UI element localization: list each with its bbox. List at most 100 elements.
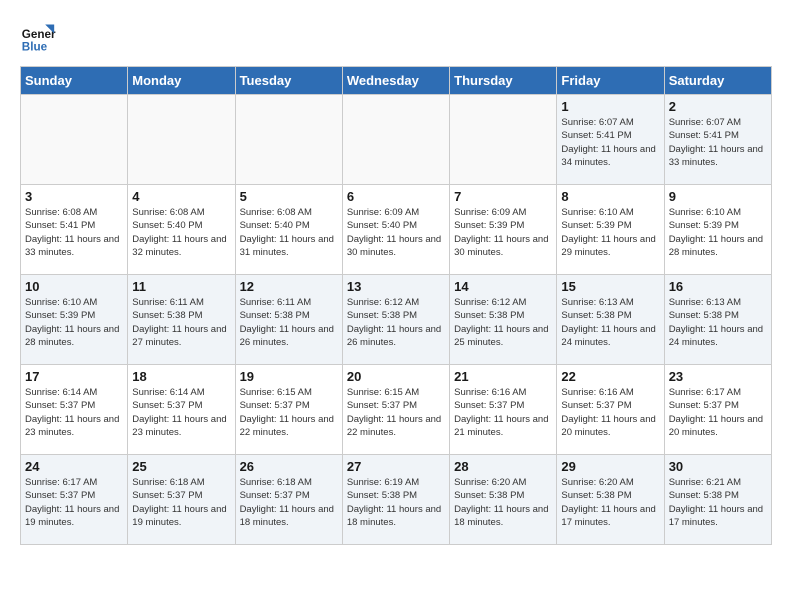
calendar-cell: 23 Sunrise: 6:17 AM Sunset: 5:37 PM Dayli… [664, 365, 771, 455]
day-header-sunday: Sunday [21, 67, 128, 95]
day-number: 16 [669, 279, 767, 294]
day-header-saturday: Saturday [664, 67, 771, 95]
day-info: Sunrise: 6:12 AM Sunset: 5:38 PM Dayligh… [347, 296, 445, 349]
day-info: Sunrise: 6:09 AM Sunset: 5:40 PM Dayligh… [347, 206, 445, 259]
calendar-cell: 8 Sunrise: 6:10 AM Sunset: 5:39 PM Daylig… [557, 185, 664, 275]
day-info: Sunrise: 6:07 AM Sunset: 5:41 PM Dayligh… [561, 116, 659, 169]
day-number: 15 [561, 279, 659, 294]
day-info: Sunrise: 6:15 AM Sunset: 5:37 PM Dayligh… [240, 386, 338, 439]
day-number: 23 [669, 369, 767, 384]
day-number: 28 [454, 459, 552, 474]
calendar-cell: 4Sunrise: 6:08 AM Sunset: 5:40 PM Daylig… [128, 185, 235, 275]
day-number: 1 [561, 99, 659, 114]
header: General Blue [20, 20, 772, 56]
day-info: Sunrise: 6:07 AM Sunset: 5:41 PM Dayligh… [669, 116, 767, 169]
calendar-cell: 10 Sunrise: 6:10 AM Sunset: 5:39 PM Dayli… [21, 275, 128, 365]
day-header-thursday: Thursday [450, 67, 557, 95]
day-info: Sunrise: 6:16 AM Sunset: 5:37 PM Dayligh… [561, 386, 659, 439]
day-info: Sunrise: 6:09 AM Sunset: 5:39 PM Dayligh… [454, 206, 552, 259]
day-info: Sunrise: 6:16 AM Sunset: 5:37 PM Dayligh… [454, 386, 552, 439]
calendar-cell: 14 Sunrise: 6:12 AM Sunset: 5:38 PM Dayli… [450, 275, 557, 365]
day-number: 7 [454, 189, 552, 204]
calendar-cell: 9 Sunrise: 6:10 AM Sunset: 5:39 PM Daylig… [664, 185, 771, 275]
day-number: 8 [561, 189, 659, 204]
calendar-cell: 30Sunrise: 6:21 AM Sunset: 5:38 PM Dayli… [664, 455, 771, 545]
calendar-cell: 26 Sunrise: 6:18 AM Sunset: 5:37 PM Dayli… [235, 455, 342, 545]
day-info: Sunrise: 6:21 AM Sunset: 5:38 PM Dayligh… [669, 476, 767, 529]
calendar-cell [342, 95, 449, 185]
day-header-monday: Monday [128, 67, 235, 95]
day-info: Sunrise: 6:17 AM Sunset: 5:37 PM Dayligh… [25, 476, 123, 529]
calendar-cell: 18Sunrise: 6:14 AM Sunset: 5:37 PM Dayli… [128, 365, 235, 455]
calendar-cell [235, 95, 342, 185]
day-number: 3 [25, 189, 123, 204]
calendar-cell: 3 Sunrise: 6:08 AM Sunset: 5:41 PM Daylig… [21, 185, 128, 275]
day-info: Sunrise: 6:11 AM Sunset: 5:38 PM Dayligh… [132, 296, 230, 349]
calendar-week-row: 24 Sunrise: 6:17 AM Sunset: 5:37 PM Dayli… [21, 455, 772, 545]
calendar-cell: 19 Sunrise: 6:15 AM Sunset: 5:37 PM Dayli… [235, 365, 342, 455]
day-number: 6 [347, 189, 445, 204]
calendar-cell: 21 Sunrise: 6:16 AM Sunset: 5:37 PM Dayli… [450, 365, 557, 455]
day-number: 29 [561, 459, 659, 474]
calendar-cell: 22Sunrise: 6:16 AM Sunset: 5:37 PM Dayli… [557, 365, 664, 455]
day-number: 10 [25, 279, 123, 294]
calendar-cell: 15 Sunrise: 6:13 AM Sunset: 5:38 PM Dayli… [557, 275, 664, 365]
day-header-friday: Friday [557, 67, 664, 95]
day-info: Sunrise: 6:10 AM Sunset: 5:39 PM Dayligh… [561, 206, 659, 259]
calendar-week-row: 10 Sunrise: 6:10 AM Sunset: 5:39 PM Dayli… [21, 275, 772, 365]
day-number: 2 [669, 99, 767, 114]
calendar-cell: 20 Sunrise: 6:15 AM Sunset: 5:37 PM Dayli… [342, 365, 449, 455]
day-number: 19 [240, 369, 338, 384]
day-info: Sunrise: 6:13 AM Sunset: 5:38 PM Dayligh… [561, 296, 659, 349]
day-info: Sunrise: 6:15 AM Sunset: 5:37 PM Dayligh… [347, 386, 445, 439]
calendar-cell [128, 95, 235, 185]
day-header-tuesday: Tuesday [235, 67, 342, 95]
calendar-cell [450, 95, 557, 185]
day-header-wednesday: Wednesday [342, 67, 449, 95]
calendar-cell: 7 Sunrise: 6:09 AM Sunset: 5:39 PM Daylig… [450, 185, 557, 275]
day-info: Sunrise: 6:18 AM Sunset: 5:37 PM Dayligh… [132, 476, 230, 529]
calendar-cell: 16 Sunrise: 6:13 AM Sunset: 5:38 PM Dayli… [664, 275, 771, 365]
day-number: 14 [454, 279, 552, 294]
day-info: Sunrise: 6:12 AM Sunset: 5:38 PM Dayligh… [454, 296, 552, 349]
day-number: 17 [25, 369, 123, 384]
logo-icon: General Blue [20, 20, 56, 56]
calendar: SundayMondayTuesdayWednesdayThursdayFrid… [20, 66, 772, 545]
day-info: Sunrise: 6:14 AM Sunset: 5:37 PM Dayligh… [132, 386, 230, 439]
calendar-cell: 24 Sunrise: 6:17 AM Sunset: 5:37 PM Dayli… [21, 455, 128, 545]
day-number: 5 [240, 189, 338, 204]
day-info: Sunrise: 6:08 AM Sunset: 5:41 PM Dayligh… [25, 206, 123, 259]
calendar-week-row: 1 Sunrise: 6:07 AM Sunset: 5:41 PM Daylig… [21, 95, 772, 185]
calendar-cell: 13 Sunrise: 6:12 AM Sunset: 5:38 PM Dayli… [342, 275, 449, 365]
day-info: Sunrise: 6:20 AM Sunset: 5:38 PM Dayligh… [454, 476, 552, 529]
calendar-cell [21, 95, 128, 185]
day-info: Sunrise: 6:14 AM Sunset: 5:37 PM Dayligh… [25, 386, 123, 439]
day-number: 13 [347, 279, 445, 294]
day-info: Sunrise: 6:20 AM Sunset: 5:38 PM Dayligh… [561, 476, 659, 529]
day-number: 4 [132, 189, 230, 204]
calendar-cell: 17 Sunrise: 6:14 AM Sunset: 5:37 PM Dayli… [21, 365, 128, 455]
calendar-week-row: 3 Sunrise: 6:08 AM Sunset: 5:41 PM Daylig… [21, 185, 772, 275]
day-number: 12 [240, 279, 338, 294]
day-info: Sunrise: 6:10 AM Sunset: 5:39 PM Dayligh… [25, 296, 123, 349]
day-number: 27 [347, 459, 445, 474]
calendar-cell: 25Sunrise: 6:18 AM Sunset: 5:37 PM Dayli… [128, 455, 235, 545]
svg-text:Blue: Blue [22, 41, 48, 54]
day-number: 11 [132, 279, 230, 294]
day-info: Sunrise: 6:10 AM Sunset: 5:39 PM Dayligh… [669, 206, 767, 259]
day-info: Sunrise: 6:18 AM Sunset: 5:37 PM Dayligh… [240, 476, 338, 529]
day-number: 26 [240, 459, 338, 474]
day-info: Sunrise: 6:08 AM Sunset: 5:40 PM Dayligh… [240, 206, 338, 259]
day-number: 9 [669, 189, 767, 204]
calendar-cell: 11 Sunrise: 6:11 AM Sunset: 5:38 PM Dayli… [128, 275, 235, 365]
calendar-cell: 28 Sunrise: 6:20 AM Sunset: 5:38 PM Dayli… [450, 455, 557, 545]
day-info: Sunrise: 6:17 AM Sunset: 5:37 PM Dayligh… [669, 386, 767, 439]
day-info: Sunrise: 6:19 AM Sunset: 5:38 PM Dayligh… [347, 476, 445, 529]
logo: General Blue [20, 20, 56, 56]
day-number: 24 [25, 459, 123, 474]
day-info: Sunrise: 6:13 AM Sunset: 5:38 PM Dayligh… [669, 296, 767, 349]
day-number: 21 [454, 369, 552, 384]
day-number: 20 [347, 369, 445, 384]
calendar-cell: 27 Sunrise: 6:19 AM Sunset: 5:38 PM Dayli… [342, 455, 449, 545]
calendar-cell: 1 Sunrise: 6:07 AM Sunset: 5:41 PM Daylig… [557, 95, 664, 185]
